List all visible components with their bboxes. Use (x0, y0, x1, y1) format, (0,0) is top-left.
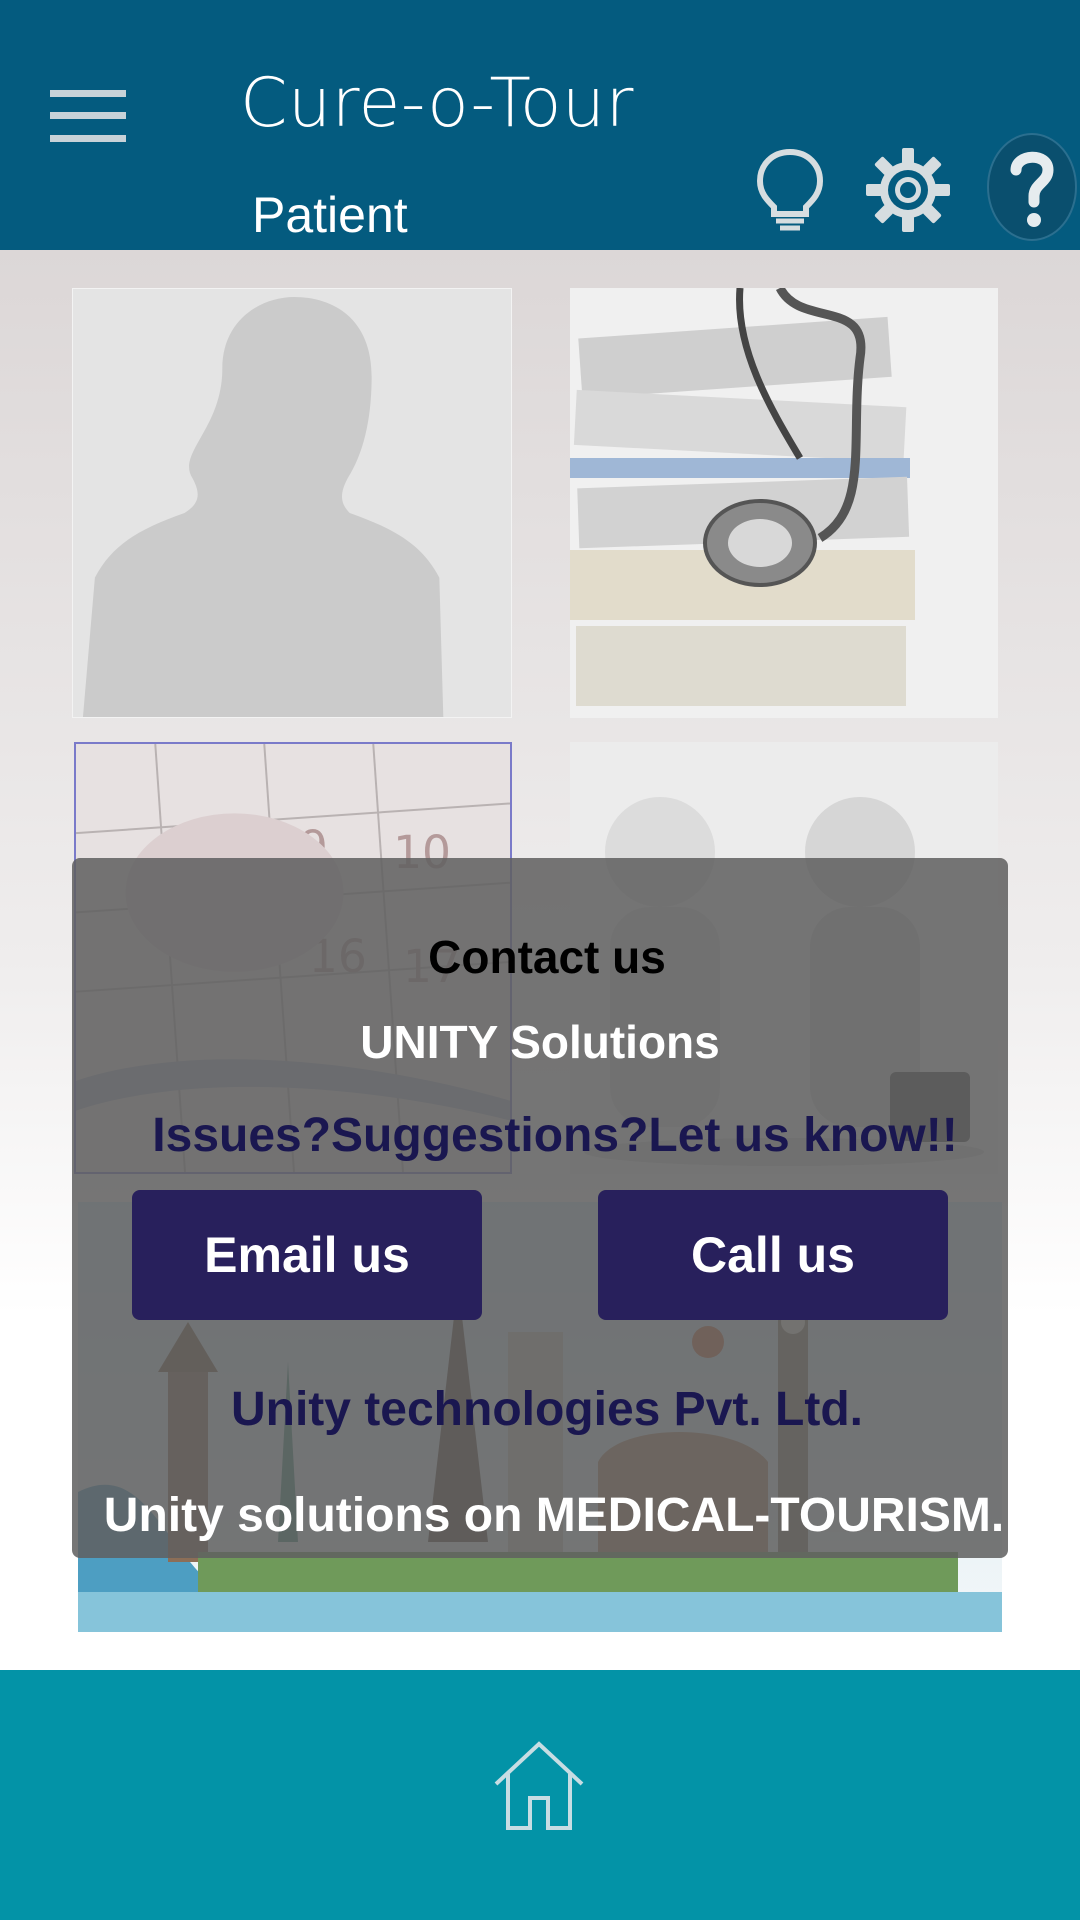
menu-icon[interactable] (50, 90, 126, 142)
email-us-button[interactable]: Email us (132, 1190, 482, 1320)
menu-line (50, 90, 126, 97)
feedback-prompt: Issues?Suggestions?Let us know!! (152, 1109, 958, 1162)
user-role-label: Patient (252, 187, 408, 243)
tagline: Unity solutions on MEDICAL-TOURISM. (103, 1489, 1005, 1542)
company-name: UNITY Solutions (360, 1016, 720, 1068)
dashboard: 9 10 16 17 (0, 250, 1080, 1670)
menu-line (50, 112, 126, 119)
organization-name: Unity technologies Pvt. Ltd. (230, 1383, 864, 1436)
stethoscope-image (570, 288, 998, 718)
person-silhouette-image (73, 289, 511, 717)
help-icon[interactable] (986, 132, 1078, 242)
medical-records-tile[interactable] (570, 288, 998, 718)
call-us-button[interactable]: Call us (598, 1190, 948, 1320)
dialog-title: Contact us (428, 931, 666, 983)
app-title: Cure-o-Tour (240, 64, 634, 143)
app-header: Cure-o-Tour Patient (0, 0, 1080, 250)
gear-icon[interactable] (864, 146, 952, 234)
bottom-nav (0, 1670, 1080, 1920)
menu-line (50, 135, 126, 142)
contact-dialog: Contact us UNITY Solutions Issues?Sugges… (72, 858, 1008, 1558)
lightbulb-icon[interactable] (746, 146, 834, 234)
profile-tile[interactable] (72, 288, 512, 718)
home-icon[interactable] (490, 1740, 588, 1832)
